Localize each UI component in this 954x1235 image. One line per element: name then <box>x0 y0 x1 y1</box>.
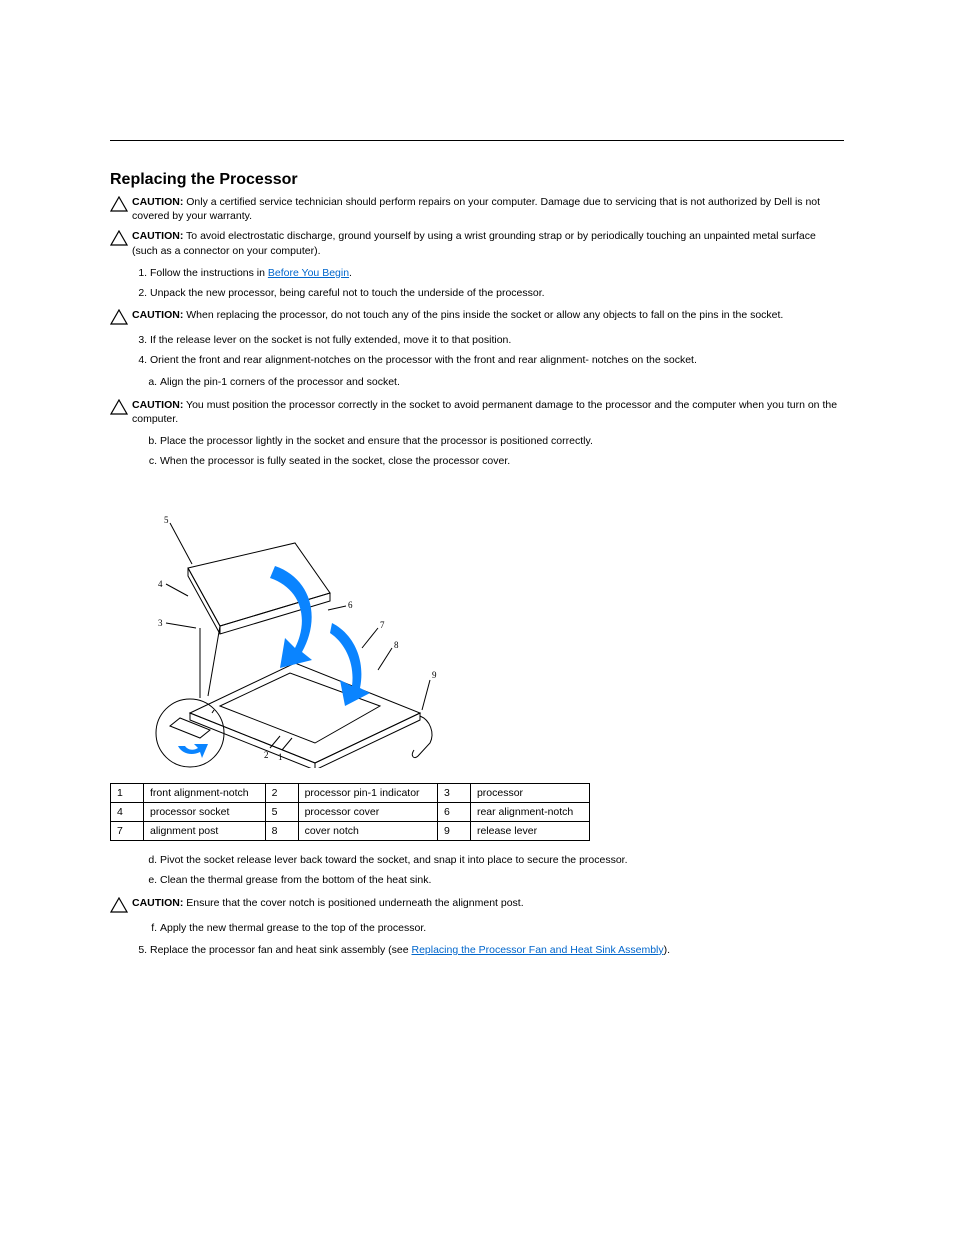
horizontal-rule <box>110 140 844 141</box>
step-4a: Align the pin-1 corners of the processor… <box>160 375 844 389</box>
legend-text: rear alignment-notch <box>470 803 589 822</box>
section-title: Replacing the Processor <box>110 171 844 189</box>
caution-label: CAUTION: <box>132 897 183 909</box>
legend-text: cover notch <box>298 822 437 841</box>
table-row: 4 processor socket 5 processor cover 6 r… <box>111 803 590 822</box>
step-4: Orient the front and rear alignment-notc… <box>150 353 844 367</box>
caution-label: CAUTION: <box>132 309 183 321</box>
step-4e: Clean the thermal grease from the bottom… <box>160 873 844 887</box>
legend-num: 4 <box>111 803 144 822</box>
legend-num: 6 <box>437 803 470 822</box>
steps-list-1: Follow the instructions in Before You Be… <box>110 266 844 300</box>
svg-text:6: 6 <box>348 600 353 610</box>
caution-label: CAUTION: <box>132 196 183 208</box>
step-4-substeps-4: Apply the new thermal grease to the top … <box>110 921 844 935</box>
step-1: Follow the instructions in Before You Be… <box>150 266 844 280</box>
caution-3: CAUTION: When replacing the processor, d… <box>110 308 844 325</box>
svg-text:7: 7 <box>380 620 385 630</box>
caution-text: You must position the processor correctl… <box>132 399 837 425</box>
caution-text: When replacing the processor, do not tou… <box>183 309 783 321</box>
legend-num: 2 <box>265 784 298 803</box>
legend-num: 1 <box>111 784 144 803</box>
svg-text:2: 2 <box>264 750 269 760</box>
caution-1: CAUTION: Only a certified service techni… <box>110 195 844 223</box>
step-4c: When the processor is fully seated in th… <box>160 454 844 468</box>
legend-text: front alignment-notch <box>144 784 266 803</box>
step-4d: Pivot the socket release lever back towa… <box>160 853 844 867</box>
caution-5: CAUTION: Ensure that the cover notch is … <box>110 896 844 913</box>
caution-icon <box>110 230 132 246</box>
steps-list-2: If the release lever on the socket is no… <box>110 333 844 367</box>
step-3: If the release lever on the socket is no… <box>150 333 844 347</box>
svg-text:8: 8 <box>394 640 399 650</box>
svg-text:5: 5 <box>164 515 169 525</box>
step-4b: Place the processor lightly in the socke… <box>160 434 844 448</box>
svg-text:1: 1 <box>278 752 283 762</box>
legend-num: 9 <box>437 822 470 841</box>
caution-icon <box>110 196 132 212</box>
caution-icon <box>110 399 132 415</box>
legend-text: processor cover <box>298 803 437 822</box>
legend-text: processor pin-1 indicator <box>298 784 437 803</box>
step-5: Replace the processor fan and heat sink … <box>150 943 844 957</box>
caution-label: CAUTION: <box>132 399 183 411</box>
legend-text: processor <box>470 784 589 803</box>
before-you-begin-link[interactable]: Before You Begin <box>268 267 349 279</box>
step-4-substeps: Align the pin-1 corners of the processor… <box>110 375 844 389</box>
caution-icon <box>110 309 132 325</box>
svg-text:4: 4 <box>158 579 163 589</box>
legend-text: processor socket <box>144 803 266 822</box>
caution-4: CAUTION: You must position the processor… <box>110 398 844 426</box>
legend-text: release lever <box>470 822 589 841</box>
table-row: 1 front alignment-notch 2 processor pin-… <box>111 784 590 803</box>
legend-num: 7 <box>111 822 144 841</box>
caution-2: CAUTION: To avoid electrostatic discharg… <box>110 229 844 257</box>
legend-num: 8 <box>265 822 298 841</box>
replacing-fan-heatsink-link[interactable]: Replacing the Processor Fan and Heat Sin… <box>411 944 663 956</box>
legend-num: 3 <box>437 784 470 803</box>
legend-num: 5 <box>265 803 298 822</box>
svg-text:9: 9 <box>432 670 437 680</box>
step-2: Unpack the new processor, being careful … <box>150 286 844 300</box>
steps-list-3: Replace the processor fan and heat sink … <box>110 943 844 957</box>
caution-text: To avoid electrostatic discharge, ground… <box>132 230 816 256</box>
svg-text:3: 3 <box>158 618 163 628</box>
legend-text: alignment post <box>144 822 266 841</box>
caution-icon <box>110 897 132 913</box>
step-4f: Apply the new thermal grease to the top … <box>160 921 844 935</box>
step-4-substeps-3: Pivot the socket release lever back towa… <box>110 853 844 887</box>
table-row: 7 alignment post 8 cover notch 9 release… <box>111 822 590 841</box>
callout-legend-table: 1 front alignment-notch 2 processor pin-… <box>110 783 590 841</box>
step-4-substeps-2: Place the processor lightly in the socke… <box>110 434 844 468</box>
processor-diagram: 5 4 3 6 7 8 9 1 2 <box>130 488 844 773</box>
caution-text: Ensure that the cover notch is positione… <box>183 897 523 909</box>
caution-label: CAUTION: <box>132 230 183 242</box>
caution-text: Only a certified service technician shou… <box>132 196 820 222</box>
